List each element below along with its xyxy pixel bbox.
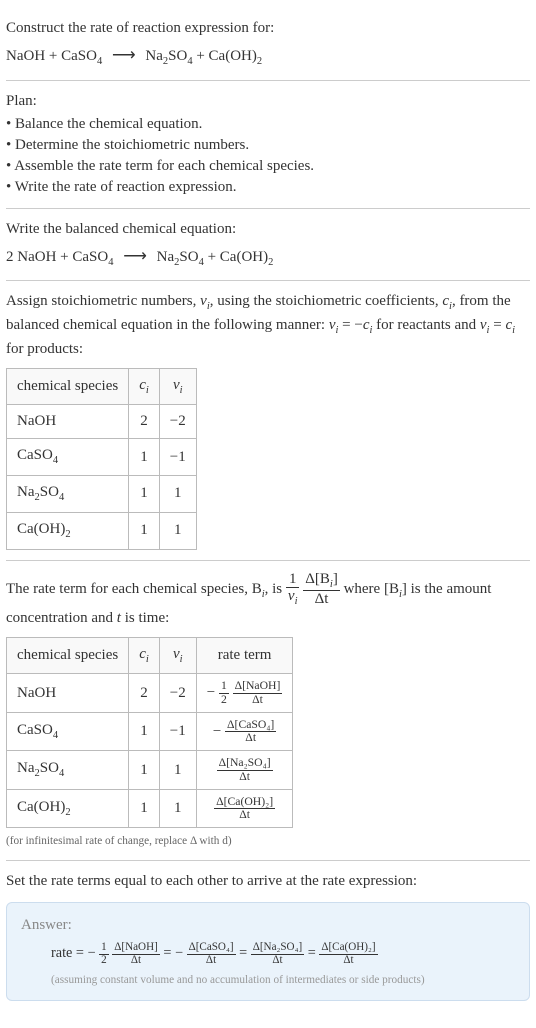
fraction: Δ[NaOH]Δt [112, 942, 160, 966]
col-rate: rate term [196, 637, 293, 674]
reactant-caso4: CaSO4 [61, 48, 102, 64]
table-row: NaOH 2 −2 − 12 Δ[NaOH]Δt [7, 674, 293, 713]
table-row: Ca(OH)2 1 1 Δ[Ca(OH)₂]Δt [7, 789, 293, 828]
intro-section: Construct the rate of reaction expressio… [6, 8, 530, 81]
fraction: Δ[NaOH]Δt [233, 680, 283, 706]
product-na2so4: Na2SO4 [145, 48, 192, 64]
fraction: Δ[CaSO₄]Δt [187, 942, 236, 966]
plan-list: Balance the chemical equation. Determine… [6, 114, 530, 198]
rateterm-section: The rate term for each chemical species,… [6, 561, 530, 862]
table-row: NaOH 2 −2 [7, 405, 197, 439]
fraction: 12 [99, 942, 109, 966]
answer-note: (assuming constant volume and no accumul… [51, 973, 515, 989]
final-section: Set the rate terms equal to each other t… [6, 861, 530, 1011]
fraction: Δ[Na₂SO₄]Δt [217, 757, 273, 783]
table-row: Na2SO4 1 1 [7, 476, 197, 513]
balanced-heading: Write the balanced chemical equation: [6, 219, 530, 240]
col-nu: νi [159, 637, 196, 674]
table-row: CaSO4 1 −1 − Δ[CaSO₄]Δt [7, 712, 293, 751]
col-species: chemical species [7, 368, 129, 405]
fraction: Δ[Na₂SO₄]Δt [251, 942, 304, 966]
col-species: chemical species [7, 637, 129, 674]
fraction: Δ[Bi] Δt [303, 571, 340, 608]
balanced-equation: 2 NaOH + CaSO4 ⟶ Na2SO4 + Ca(OH)2 [6, 244, 530, 271]
arrow-icon: ⟶ [112, 45, 136, 64]
col-c: ci [129, 368, 160, 405]
fraction: Δ[Ca(OH)₂]Δt [319, 942, 377, 966]
col-nu: νi [159, 368, 196, 405]
table-row: CaSO4 1 −1 [7, 439, 197, 476]
product-caoh2: Ca(OH)2 [209, 48, 263, 64]
plan-item: Write the rate of reaction expression. [6, 177, 530, 198]
stoich-text: Assign stoichiometric numbers, νi, using… [6, 291, 530, 359]
infinitesimal-note: (for infinitesimal rate of change, repla… [6, 834, 530, 850]
plan-item: Assemble the rate term for each chemical… [6, 156, 530, 177]
fraction: Δ[Ca(OH)₂]Δt [214, 796, 275, 822]
plan-section: Plan: Balance the chemical equation. Det… [6, 81, 530, 209]
table-row: Ca(OH)2 1 1 [7, 512, 197, 549]
table-row: Na2SO4 1 1 Δ[Na₂SO₄]Δt [7, 751, 293, 790]
intro-title: Construct the rate of reaction expressio… [6, 18, 530, 39]
arrow-icon: ⟶ [123, 246, 147, 265]
fraction: 12 [219, 680, 229, 706]
answer-equation: rate = − 12 Δ[NaOH]Δt = − Δ[CaSO₄]Δt = Δ… [51, 942, 515, 966]
rateterm-text: The rate term for each chemical species,… [6, 571, 530, 629]
answer-label: Answer: [21, 915, 515, 936]
rateterm-table: chemical species ci νi rate term NaOH 2 … [6, 637, 293, 829]
plan-item: Determine the stoichiometric numbers. [6, 135, 530, 156]
final-heading: Set the rate terms equal to each other t… [6, 871, 530, 892]
stoich-section: Assign stoichiometric numbers, νi, using… [6, 281, 530, 560]
plan-heading: Plan: [6, 91, 530, 112]
col-c: ci [129, 637, 160, 674]
intro-equation: NaOH + CaSO4 ⟶ Na2SO4 + Ca(OH)2 [6, 43, 530, 70]
plan-item: Balance the chemical equation. [6, 114, 530, 135]
fraction: 1 νi [286, 571, 300, 608]
stoich-table: chemical species ci νi NaOH 2 −2 CaSO4 1… [6, 368, 197, 550]
answer-box: Answer: rate = − 12 Δ[NaOH]Δt = − Δ[CaSO… [6, 902, 530, 1001]
reactant-naoh: NaOH [6, 48, 45, 64]
balanced-section: Write the balanced chemical equation: 2 … [6, 209, 530, 282]
fraction: Δ[CaSO₄]Δt [225, 719, 276, 745]
